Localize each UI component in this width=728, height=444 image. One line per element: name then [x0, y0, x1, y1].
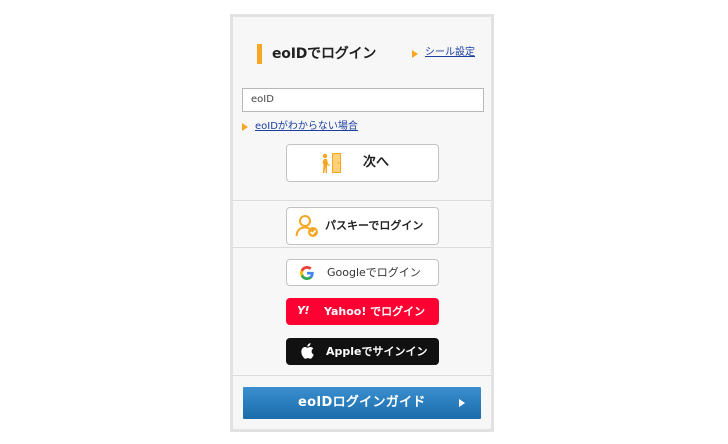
apple-logo-icon: [301, 343, 314, 362]
seal-settings-link[interactable]: シール設定: [425, 46, 475, 60]
yahoo-login-button[interactable]: Y! Yahoo! でログイン: [286, 298, 439, 325]
divider: [233, 247, 491, 248]
yahoo-label: Yahoo! でログイン: [324, 305, 426, 318]
passkey-label: パスキーでログイン: [325, 219, 424, 232]
login-panel: eoIDでログイン シール設定 eoID eoIDがわからない場合 次へ パスキ…: [230, 14, 494, 432]
yahoo-logo-icon: Y!: [297, 304, 309, 317]
next-label: 次へ: [363, 155, 390, 170]
divider: [233, 200, 491, 201]
triangle-right-icon: [459, 399, 465, 407]
google-label: Googleでログイン: [327, 266, 421, 279]
google-login-button[interactable]: Googleでログイン: [286, 259, 439, 286]
title-accent-bar: [257, 44, 262, 64]
apple-signin-button[interactable]: Appleでサインイン: [286, 338, 439, 365]
page-title: eoIDでログイン: [272, 46, 377, 62]
next-button[interactable]: 次へ: [286, 144, 439, 182]
passkey-login-button[interactable]: パスキーでログイン: [286, 207, 439, 245]
user-check-icon: [295, 214, 319, 241]
login-guide-banner[interactable]: eoIDログインガイド: [243, 387, 481, 419]
google-g-icon: [300, 266, 314, 283]
door-exit-icon: [321, 152, 343, 178]
triangle-right-icon: [242, 123, 248, 131]
apple-label: Appleでサインイン: [326, 345, 428, 358]
eoid-input[interactable]: eoID: [242, 88, 484, 112]
divider: [233, 375, 491, 376]
guide-label: eoIDログインガイド: [298, 395, 426, 410]
forgot-eoid-link[interactable]: eoIDがわからない場合: [255, 120, 358, 134]
triangle-right-icon: [412, 50, 418, 58]
